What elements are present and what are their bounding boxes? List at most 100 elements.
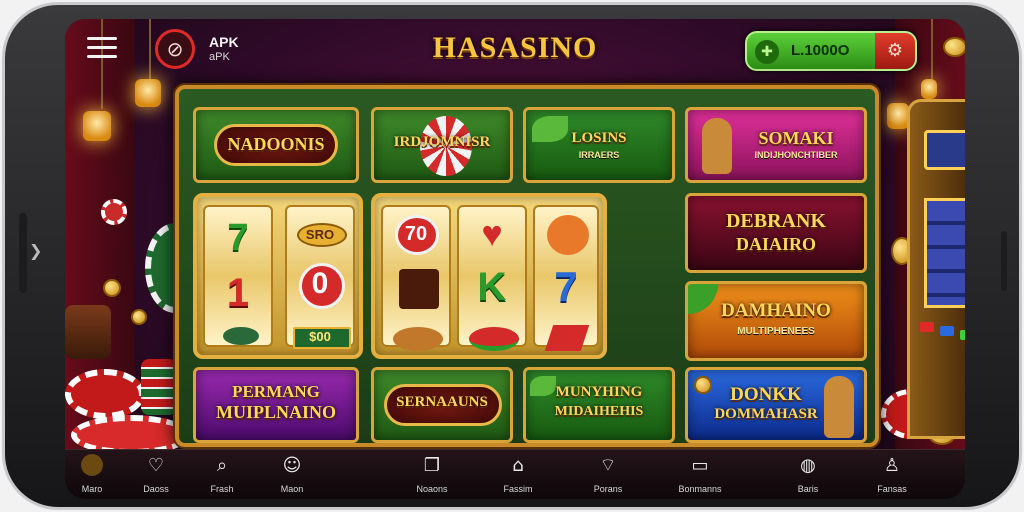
nav-label: Fansas bbox=[877, 484, 907, 494]
lamp-icon bbox=[83, 111, 111, 141]
globe-icon: ◍ bbox=[800, 455, 816, 476]
game-board: NADOONIS IRDJOMNISR LOSINS IRRAERS SOMAK… bbox=[175, 85, 879, 447]
coin-icon bbox=[103, 279, 121, 297]
game-title: DAMHAINO bbox=[721, 300, 831, 321]
heart-icon: ♥ bbox=[481, 213, 503, 254]
slot-machine-cabinet bbox=[907, 99, 965, 439]
game-title: IRDJOMNISR bbox=[393, 134, 491, 150]
reel-symbol-icon bbox=[399, 269, 439, 309]
lamp-icon bbox=[135, 79, 161, 107]
app-screen: ⊘ APK aPK HASASINO ✚ L.1000O ⚙ NADOONIS … bbox=[65, 19, 965, 499]
volume-button bbox=[19, 213, 27, 293]
nav-label: Bonmanns bbox=[678, 484, 722, 494]
game-title: DONKK bbox=[730, 384, 802, 405]
balance-amount: L.1000O bbox=[791, 42, 850, 59]
game-subtitle: IRRAERS bbox=[578, 150, 620, 160]
grid-icon: ❐ bbox=[423, 455, 441, 476]
reel: ♥ K bbox=[457, 205, 527, 351]
game-tile[interactable]: LOSINS IRRAERS bbox=[523, 107, 675, 183]
apk-badge[interactable]: APK aPK bbox=[209, 35, 239, 65]
game-subtitle: DOMMAHASR bbox=[714, 406, 818, 422]
heart-icon: ♡ bbox=[147, 455, 165, 476]
reel-symbol: 70 bbox=[404, 223, 428, 245]
coin-icon bbox=[131, 309, 147, 325]
home-coin-icon bbox=[65, 454, 127, 478]
nav-item[interactable]: ♡ Daoss bbox=[121, 454, 191, 498]
power-button bbox=[1001, 231, 1007, 291]
game-subtitle: MULTIPHENEES bbox=[737, 326, 815, 337]
search-icon: ⌕ bbox=[216, 455, 228, 476]
nav-item[interactable]: ❐ Noaons bbox=[397, 454, 467, 498]
phone-frame: ❯ ⊘ APK aPK HASASINO ✚ L.1000O ⚙ NADOONI… bbox=[2, 2, 1022, 510]
game-tile[interactable]: IRDJOMNISR bbox=[371, 107, 513, 183]
nav-label: Porans bbox=[593, 484, 623, 494]
reel-symbol: K bbox=[477, 265, 507, 309]
gear-icon[interactable]: ⚙ bbox=[875, 33, 915, 69]
poker-chip-icon bbox=[101, 199, 127, 225]
camera-notch-icon: ❯ bbox=[29, 241, 43, 260]
game-tile[interactable]: DEBRANK DAIAIRO bbox=[685, 193, 867, 273]
game-title: MUNYHING bbox=[555, 384, 643, 400]
game-tile[interactable]: MUNYHING MIDAIHEHIS bbox=[523, 367, 675, 443]
nav-item[interactable]: Maro bbox=[65, 454, 127, 498]
chip-stack-icon bbox=[141, 359, 177, 415]
nav-item[interactable]: ♙ Fansas bbox=[857, 454, 927, 498]
nav-item[interactable]: ▭ Bonmanns bbox=[665, 454, 735, 498]
reel: 7 bbox=[533, 205, 599, 351]
nav-label: Baris bbox=[797, 484, 819, 494]
menu-icon bbox=[87, 37, 117, 40]
reel: 70 bbox=[381, 205, 451, 351]
reel: 7 1 bbox=[203, 205, 273, 347]
nav-item[interactable]: ☺ Maon bbox=[257, 454, 327, 498]
game-title: NADOONIS bbox=[227, 134, 325, 154]
chat-icon: ⌔ bbox=[599, 455, 617, 476]
game-tile[interactable]: PERMANG MUIPLNAINO bbox=[193, 367, 359, 443]
nav-item[interactable]: ⌂ Fassim bbox=[483, 454, 553, 498]
game-subtitle: INDIJHONCHTIBER bbox=[754, 150, 838, 160]
game-title: SERNAAUNS bbox=[396, 394, 488, 410]
reel-symbol: 0 bbox=[311, 267, 329, 300]
user-icon: ☺ bbox=[282, 455, 302, 476]
poker-chip-icon bbox=[65, 369, 145, 419]
game-subtitle: DAIAIRO bbox=[735, 234, 816, 254]
nav-item[interactable]: ◍ Baris bbox=[773, 454, 843, 498]
nav-label: Noaons bbox=[416, 484, 448, 494]
casino-logo-icon[interactable]: ⊘ bbox=[155, 29, 195, 69]
bottom-nav: Maro ♡ Daoss ⌕ Frash ☺ Maon ❐ Noaons ⌂ F… bbox=[65, 449, 965, 499]
nav-label: Maon bbox=[280, 484, 304, 494]
reel-symbol: 1 bbox=[226, 271, 250, 315]
nav-label: Fassim bbox=[503, 484, 533, 494]
slot-machine-right[interactable]: 70 ♥ K 7 bbox=[371, 193, 607, 359]
apk-label: APK bbox=[209, 34, 239, 50]
game-tile[interactable]: NADOONIS bbox=[193, 107, 359, 183]
nav-item[interactable]: ⌕ Frash bbox=[187, 454, 257, 498]
game-subtitle: MUIPLNAINO bbox=[216, 402, 336, 422]
game-tile[interactable]: SERNAAUNS bbox=[371, 367, 513, 443]
reel-symbol: 7 bbox=[227, 217, 249, 259]
nav-label: Maro bbox=[81, 484, 103, 494]
profile-icon: ♙ bbox=[883, 455, 901, 476]
table-edge bbox=[65, 305, 111, 359]
nav-label: Frash bbox=[210, 484, 234, 494]
balance-pill[interactable]: ✚ L.1000O ⚙ bbox=[745, 31, 917, 71]
monitor-icon: ▭ bbox=[691, 455, 709, 476]
game-tile[interactable]: SOMAKI INDIJHONCHTIBER bbox=[685, 107, 867, 183]
nav-label: Daoss bbox=[143, 484, 169, 494]
game-title: LOSINS bbox=[571, 130, 627, 146]
top-bar: ⊘ APK aPK HASASINO ✚ L.1000O ⚙ bbox=[65, 19, 965, 81]
nav-item[interactable]: ⌔ Porans bbox=[573, 454, 643, 498]
slot-machine-left[interactable]: 7 1 SRO 0 $00 bbox=[193, 193, 363, 359]
game-tile[interactable]: DONKK DOMMAHASR bbox=[685, 367, 867, 443]
reel-symbol: $00 bbox=[309, 329, 331, 344]
apk-sublabel: aPK bbox=[209, 51, 230, 63]
game-title: DEBRANK bbox=[725, 210, 826, 232]
game-title: SOMAKI bbox=[758, 128, 834, 148]
reel: SRO 0 $00 bbox=[285, 205, 355, 349]
reel-symbol: SRO bbox=[305, 227, 335, 242]
brand-title: HASASINO bbox=[432, 31, 598, 64]
house-icon: ⌂ bbox=[512, 455, 524, 476]
menu-button[interactable] bbox=[87, 37, 117, 61]
game-tile[interactable]: DAMHAINO MULTIPHENEES bbox=[685, 281, 867, 361]
game-title: PERMANG bbox=[232, 382, 320, 401]
coin-icon: ✚ bbox=[755, 40, 779, 64]
